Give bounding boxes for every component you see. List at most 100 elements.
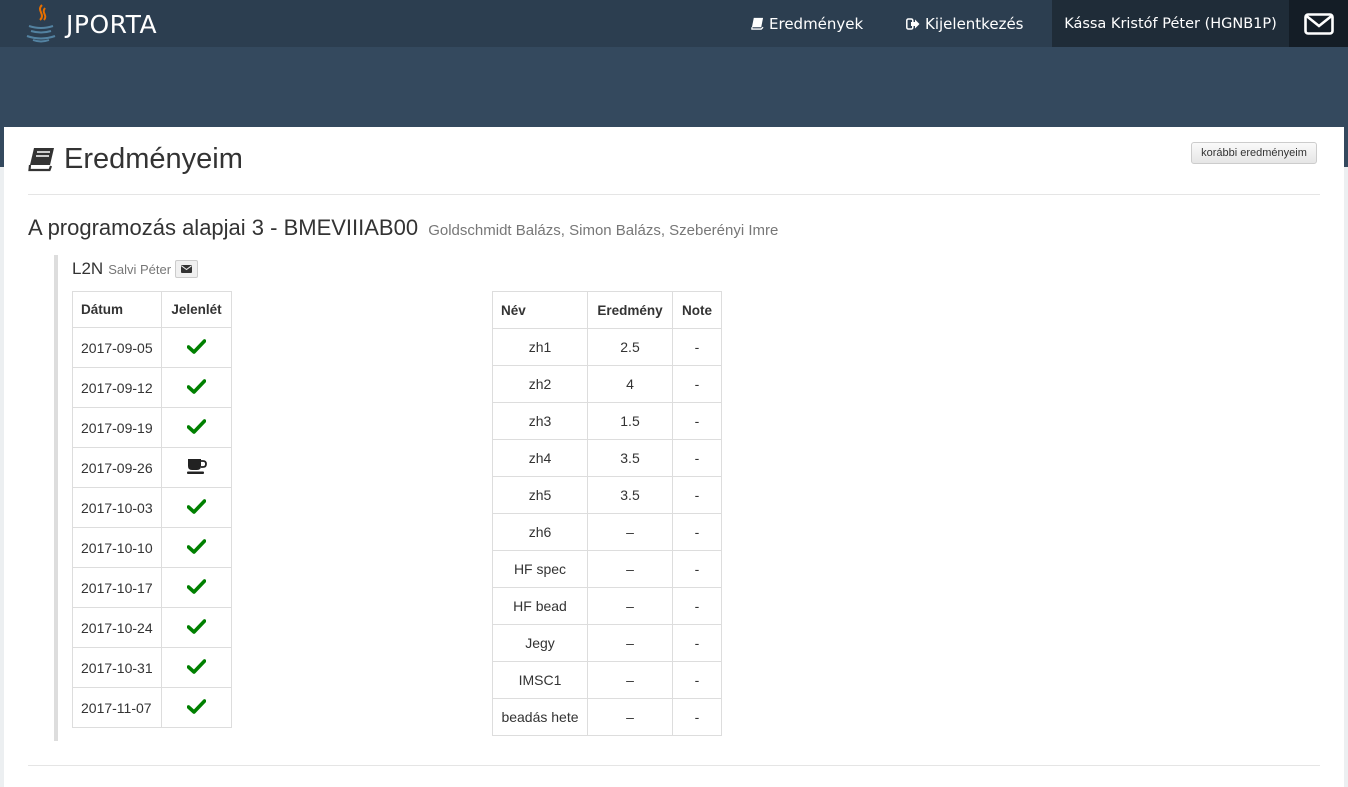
brand-logo[interactable]: JPORTA — [24, 2, 157, 46]
check-icon — [186, 618, 207, 637]
table-row: zh3 1.5- — [492, 402, 722, 440]
table-row: 2017-11-07 — [72, 687, 232, 728]
check-icon — [186, 418, 207, 437]
result-name: zh4 — [492, 439, 588, 477]
table-row: beadás hete – - — [492, 698, 722, 736]
result-value: – — [587, 513, 673, 551]
result-name: Jegy — [492, 624, 588, 662]
envelope-icon — [1303, 12, 1334, 35]
attendance-date: 2017-10-17 — [72, 567, 162, 608]
table-row: zh4 3.5- — [492, 439, 722, 477]
nav-user-name[interactable]: Kássa Kristóf Péter (HGNB1P) — [1052, 0, 1289, 47]
table-row: IMSC1– - — [492, 661, 722, 699]
table-header-row: Dátum Jelenlét — [72, 291, 232, 328]
attendance-status — [161, 447, 232, 488]
sign-out-icon — [906, 17, 920, 30]
attendance-status — [161, 567, 232, 608]
attendance-status — [161, 687, 232, 728]
check-icon — [186, 378, 207, 397]
result-note: - — [672, 328, 722, 366]
group-code: L2N — [72, 259, 104, 278]
check-icon — [186, 658, 207, 677]
previous-results-button[interactable]: korábbi eredményeim — [1191, 142, 1317, 164]
results-table: Név Eredmény Note zh1 2.5- zh2 4- zh3 1.5- zh4… — [492, 291, 722, 736]
attendance-date: 2017-10-03 — [72, 487, 162, 528]
attendance-status — [161, 607, 232, 648]
book-icon — [28, 147, 54, 171]
nav-logout-link[interactable]: Kijelentkezés — [906, 0, 1023, 47]
table-row: 2017-10-03 — [72, 487, 232, 528]
result-name: zh1 — [492, 328, 588, 366]
page-title: Eredményeim — [28, 139, 243, 179]
check-icon — [186, 498, 207, 517]
result-value: – — [587, 624, 673, 662]
result-value: 4 — [587, 365, 673, 403]
group-instructor: Salvi Péter — [108, 261, 172, 277]
divider — [28, 765, 1320, 766]
table-header-row: Név Eredmény Note — [492, 291, 722, 329]
group-heading: L2N Salvi Péter — [72, 259, 199, 279]
result-name: HF spec — [492, 550, 588, 588]
attendance-date: 2017-10-24 — [72, 607, 162, 648]
course-lecturers: Goldschmidt Balázs, Simon Balázs, Szeber… — [428, 222, 779, 239]
result-value: – — [587, 698, 673, 736]
result-note: - — [672, 513, 722, 551]
result-name: zh2 — [492, 365, 588, 403]
result-note: - — [672, 402, 722, 440]
attendance-date: 2017-09-05 — [72, 327, 162, 368]
attendance-date: 2017-10-10 — [72, 527, 162, 568]
result-name: HF bead — [492, 587, 588, 625]
nav-results-link[interactable]: Eredmények — [751, 0, 863, 47]
result-note: - — [672, 439, 722, 477]
result-value: 3.5 — [587, 439, 673, 477]
table-row: 2017-09-05 — [72, 327, 232, 368]
result-value: – — [587, 587, 673, 625]
table-row: 2017-10-17 — [72, 567, 232, 608]
result-value: 1.5 — [587, 402, 673, 440]
envelope-icon — [181, 265, 193, 273]
table-row: zh6– - — [492, 513, 722, 551]
check-icon — [186, 538, 207, 557]
result-note: - — [672, 365, 722, 403]
result-note: - — [672, 476, 722, 514]
coffee-icon — [186, 458, 208, 478]
attendance-date: 2017-10-31 — [72, 647, 162, 688]
course-heading: A programozás alapjai 3 - BMEVIIIAB00 Go… — [28, 215, 778, 241]
nav-mail-button[interactable] — [1289, 0, 1348, 47]
table-row: HF spec – - — [492, 550, 722, 588]
table-row: Jegy – - — [492, 624, 722, 662]
result-value: – — [587, 550, 673, 588]
attendance-status — [161, 407, 232, 448]
attendance-status — [161, 527, 232, 568]
table-row: 2017-10-31 — [72, 647, 232, 688]
attendance-status — [161, 327, 232, 368]
nav-results-label: Eredmények — [769, 14, 864, 33]
main-card: Eredményeim korábbi eredményeim A progra… — [4, 127, 1344, 787]
result-name: IMSC1 — [492, 661, 588, 699]
attendance-date: 2017-09-19 — [72, 407, 162, 448]
table-row: zh2 4- — [492, 365, 722, 403]
check-icon — [186, 578, 207, 597]
result-name: beadás hete — [492, 698, 588, 736]
attendance-date: 2017-11-07 — [72, 687, 162, 728]
nav-logout-label: Kijelentkezés — [925, 14, 1024, 33]
table-row: 2017-09-12 — [72, 367, 232, 408]
table-row: 2017-10-10 — [72, 527, 232, 568]
attendance-status — [161, 367, 232, 408]
table-row: 2017-09-26 — [72, 447, 232, 488]
table-row: 2017-10-24 — [72, 607, 232, 648]
result-note: - — [672, 624, 722, 662]
column-header-date: Dátum — [72, 291, 162, 328]
result-note: - — [672, 550, 722, 588]
column-header-result: Eredmény — [587, 291, 673, 329]
attendance-status — [161, 487, 232, 528]
table-row: HF bead – - — [492, 587, 722, 625]
table-row: zh5 3.5- — [492, 476, 722, 514]
table-row: 2017-09-19 — [72, 407, 232, 448]
result-note: - — [672, 698, 722, 736]
attendance-status — [161, 647, 232, 688]
result-note: - — [672, 661, 722, 699]
mail-instructor-button[interactable] — [175, 260, 199, 278]
check-icon — [186, 698, 207, 717]
attendance-date: 2017-09-26 — [72, 447, 162, 488]
